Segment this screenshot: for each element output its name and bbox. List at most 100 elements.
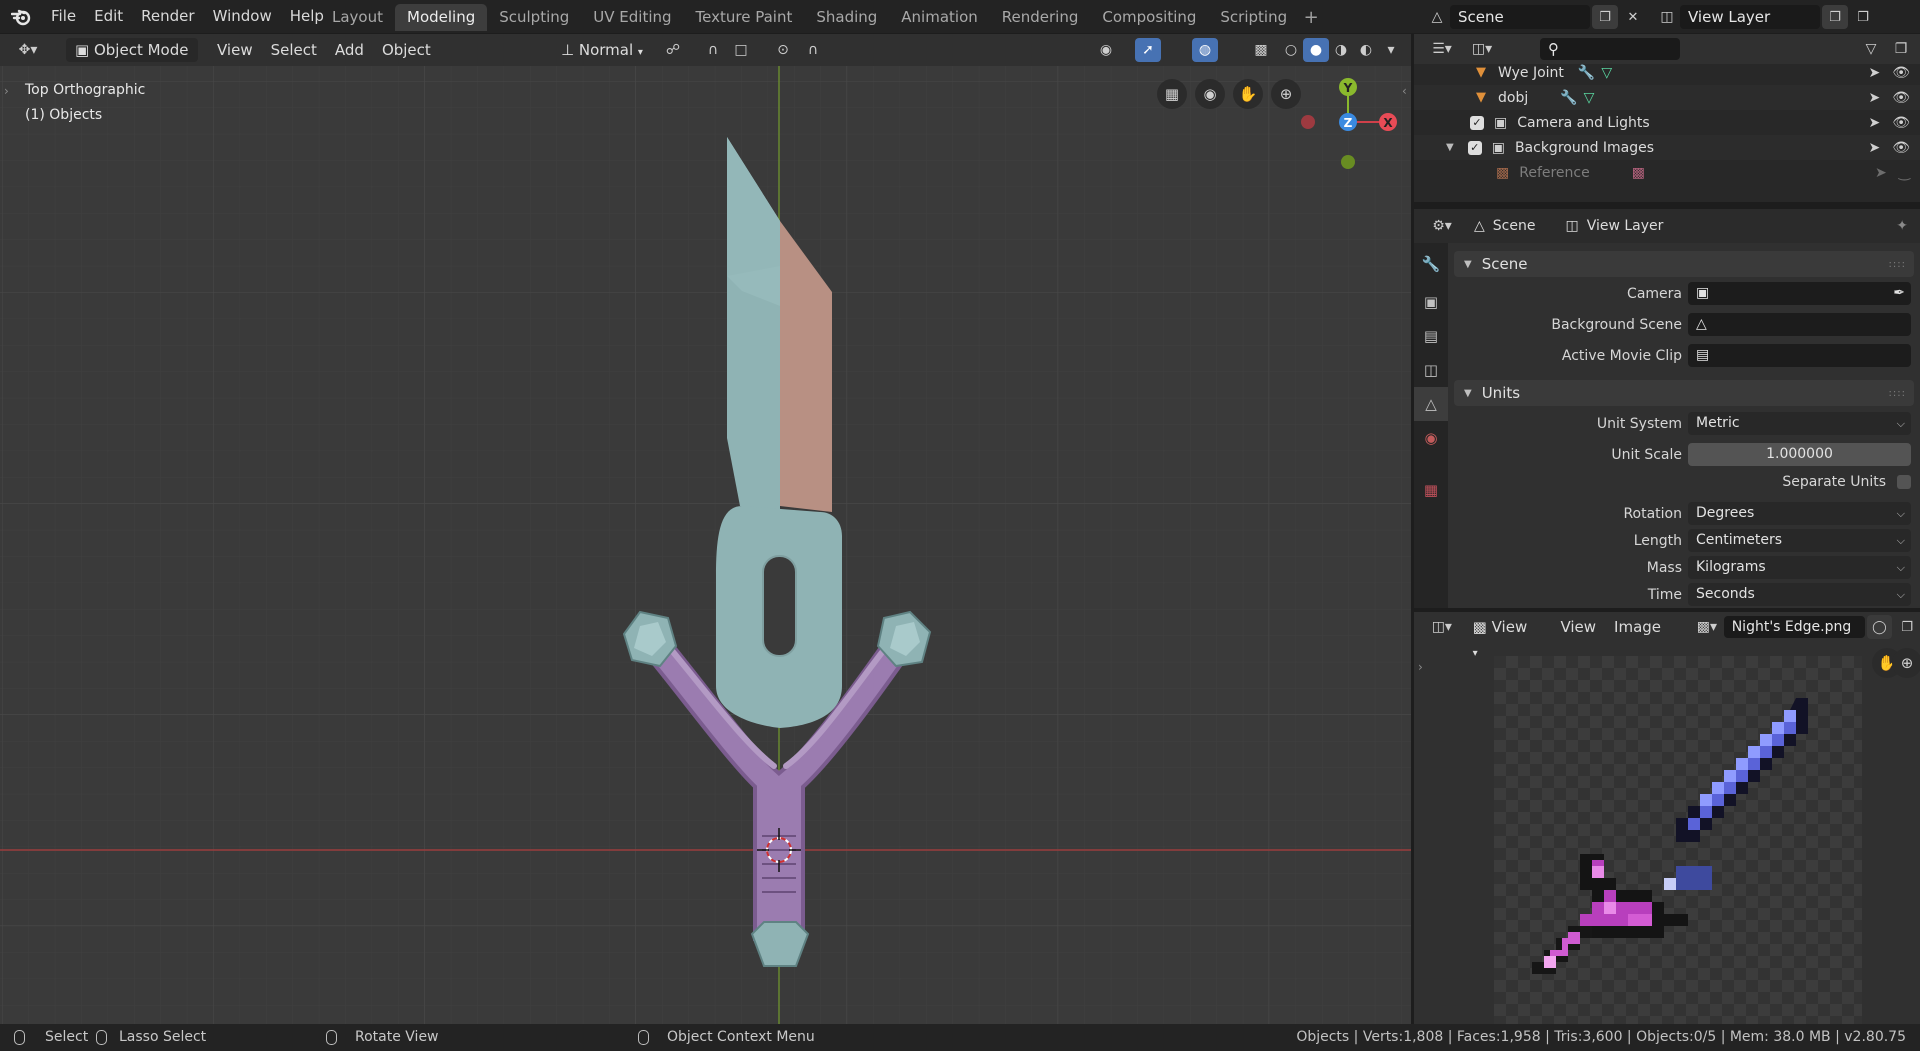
mode-dropdown[interactable]: ▣ Object Mode ▾	[66, 38, 198, 82]
tab-sculpting[interactable]: Sculpting	[487, 4, 581, 31]
tab-uv-editing[interactable]: UV Editing	[581, 4, 683, 31]
outliner-search-input[interactable]: ⚲	[1540, 38, 1680, 60]
pivot-icon[interactable]: ☍	[660, 38, 686, 62]
tab-render[interactable]: ▣	[1414, 285, 1448, 319]
outliner-row-background-images[interactable]: ▼ ✓ ▣ Background Images ➤ 👁	[1414, 135, 1920, 160]
tab-tool[interactable]: 🔧	[1414, 247, 1448, 281]
tab-rendering[interactable]: Rendering	[990, 4, 1091, 31]
select-arrow-icon[interactable]: ➤	[1868, 65, 1880, 81]
select-arrow-icon[interactable]: ➤	[1868, 140, 1880, 156]
eye-icon[interactable]: 👁	[1892, 115, 1910, 131]
xray-icon[interactable]: ▩	[1248, 38, 1274, 62]
menu-render[interactable]: Render	[132, 0, 203, 33]
length-dropdown[interactable]: Centimeters ⌵	[1688, 529, 1911, 552]
visibility-icon[interactable]: ◉	[1093, 38, 1119, 62]
outliner-row-wye-joint[interactable]: ▼ Wye Joint 🔧 ▽ ➤ 👁	[1414, 60, 1920, 85]
menu-edit[interactable]: Edit	[85, 0, 132, 33]
tab-modeling[interactable]: Modeling	[395, 4, 488, 31]
shading-options-icon[interactable]: ▾	[1378, 38, 1404, 62]
collection-checkbox[interactable]: ✓	[1470, 115, 1484, 130]
select-arrow-icon[interactable]: ➤	[1875, 165, 1887, 181]
snap-target-icon[interactable]: □	[728, 38, 754, 62]
overlay-toggle-icon[interactable]: ◍	[1192, 38, 1218, 62]
new-image-icon[interactable]: ❐	[1894, 615, 1920, 639]
menu-add[interactable]: Add	[326, 38, 373, 62]
gizmo-toggle-icon[interactable]: ➚	[1135, 38, 1161, 62]
material-shading-icon[interactable]: ◑	[1328, 38, 1354, 62]
pan-hand-icon[interactable]: ✋	[1233, 79, 1263, 109]
menu-window[interactable]: Window	[204, 0, 281, 33]
editor-type-icon[interactable]: ◫▾	[1424, 615, 1460, 639]
tab-texture[interactable]: ▦	[1414, 473, 1448, 507]
delete-view-layer-button[interactable]: ❐	[1850, 5, 1876, 29]
time-dropdown[interactable]: Seconds ⌵	[1688, 583, 1911, 606]
drag-grip-icon[interactable]: ::::	[1889, 259, 1906, 270]
active-movie-clip-field[interactable]: ▤	[1688, 344, 1911, 367]
scene-panel-header[interactable]: ▼ Scene ::::	[1454, 251, 1914, 277]
tab-shading[interactable]: Shading	[804, 4, 889, 31]
image-toolbar-expand-icon[interactable]: ›	[1418, 660, 1423, 674]
new-collection-icon[interactable]: ❐	[1888, 37, 1914, 61]
drag-grip-icon[interactable]: ::::	[1889, 388, 1906, 399]
editor-type-icon[interactable]: ⚙▾	[1424, 214, 1460, 238]
mesh-data-icon[interactable]: ▽	[1601, 65, 1612, 81]
scene-name-field[interactable]: Scene	[1450, 5, 1590, 29]
view-layer-icon[interactable]: ◫	[1654, 5, 1680, 29]
fake-user-shield-icon[interactable]: ◯	[1866, 615, 1893, 639]
menu-file[interactable]: File	[42, 0, 85, 33]
eye-closed-icon[interactable]: ‿	[1899, 165, 1910, 181]
toolbar-expand-icon[interactable]: ›	[4, 84, 9, 98]
menu-image[interactable]: Image	[1605, 615, 1670, 639]
rotation-dropdown[interactable]: Degrees ⌵	[1688, 502, 1911, 525]
snap-icon[interactable]: ∩	[700, 38, 726, 62]
tab-layout[interactable]: Layout	[320, 4, 395, 31]
tab-compositing[interactable]: Compositing	[1090, 4, 1208, 31]
eye-icon[interactable]: 👁	[1892, 65, 1910, 81]
menu-view[interactable]: View	[1551, 615, 1605, 639]
outliner-row-dobj[interactable]: ▼ dobj 🔧 ▽ ➤ 👁	[1414, 85, 1920, 110]
wireframe-shading-icon[interactable]: ○	[1278, 38, 1304, 62]
menu-select[interactable]: Select	[262, 38, 326, 62]
orientation-dropdown[interactable]: ⊥ Normal ▾	[552, 38, 652, 62]
camera-field[interactable]: ▣ ✒	[1688, 282, 1911, 305]
zoom-icon[interactable]: ⊕	[1892, 648, 1920, 678]
new-view-layer-button[interactable]: ❐	[1822, 5, 1848, 29]
tab-animation[interactable]: Animation	[889, 4, 989, 31]
new-scene-button[interactable]: ❐	[1592, 5, 1618, 29]
falloff-icon[interactable]: ∩	[800, 38, 826, 62]
navigation-gizmo[interactable]: Y X Z	[1290, 72, 1410, 182]
collection-checkbox[interactable]: ✓	[1467, 140, 1482, 155]
unit-scale-field[interactable]: 1.000000	[1688, 443, 1911, 466]
delete-scene-button[interactable]: ✕	[1620, 5, 1646, 29]
outliner-row-reference[interactable]: ▩ Reference ▩ ➤ ‿	[1414, 160, 1920, 185]
breadcrumb-view-layer[interactable]: View Layer	[1587, 218, 1664, 234]
view-layer-field[interactable]: View Layer	[1680, 5, 1820, 29]
tab-view-layer[interactable]: ◫	[1414, 353, 1448, 387]
proportional-edit-icon[interactable]: ⊙	[770, 38, 796, 62]
3d-viewport[interactable]: ✥▾ ▣ Object Mode ▾ View Select Add Objec…	[0, 34, 1411, 1024]
background-scene-field[interactable]: △	[1688, 313, 1911, 336]
eye-icon[interactable]: 👁	[1892, 140, 1910, 156]
editor-type-icon[interactable]: ☰▾	[1424, 37, 1460, 61]
select-arrow-icon[interactable]: ➤	[1868, 90, 1880, 106]
separate-units-checkbox[interactable]	[1897, 475, 1911, 489]
filter-icon[interactable]: ▽	[1858, 37, 1884, 61]
mass-dropdown[interactable]: Kilograms ⌵	[1688, 556, 1911, 579]
breadcrumb-scene[interactable]: Scene	[1493, 218, 1536, 234]
tab-scene[interactable]: △	[1414, 387, 1448, 421]
solid-shading-icon[interactable]: ●	[1303, 38, 1329, 62]
outliner-row-camera-and-lights[interactable]: ✓ ▣ Camera and Lights ➤ 👁	[1414, 110, 1920, 135]
menu-view[interactable]: View	[208, 38, 262, 62]
select-arrow-icon[interactable]: ➤	[1868, 115, 1880, 131]
wrench-modifier-icon[interactable]: 🔧	[1578, 65, 1595, 81]
pin-icon[interactable]: ✦	[1896, 218, 1908, 234]
tab-output[interactable]: ▤	[1414, 319, 1448, 353]
camera-view-icon[interactable]: ◉	[1195, 79, 1225, 109]
unit-system-dropdown[interactable]: Metric ⌵	[1688, 412, 1911, 435]
tab-scripting[interactable]: Scripting	[1208, 4, 1299, 31]
menu-object[interactable]: Object	[373, 38, 440, 62]
grid-view-icon[interactable]: ▦	[1157, 79, 1187, 109]
scene-icon[interactable]: △	[1424, 5, 1450, 29]
reference-image[interactable]	[1494, 656, 1862, 1024]
expand-chevron-icon[interactable]: ▼	[1446, 142, 1454, 153]
